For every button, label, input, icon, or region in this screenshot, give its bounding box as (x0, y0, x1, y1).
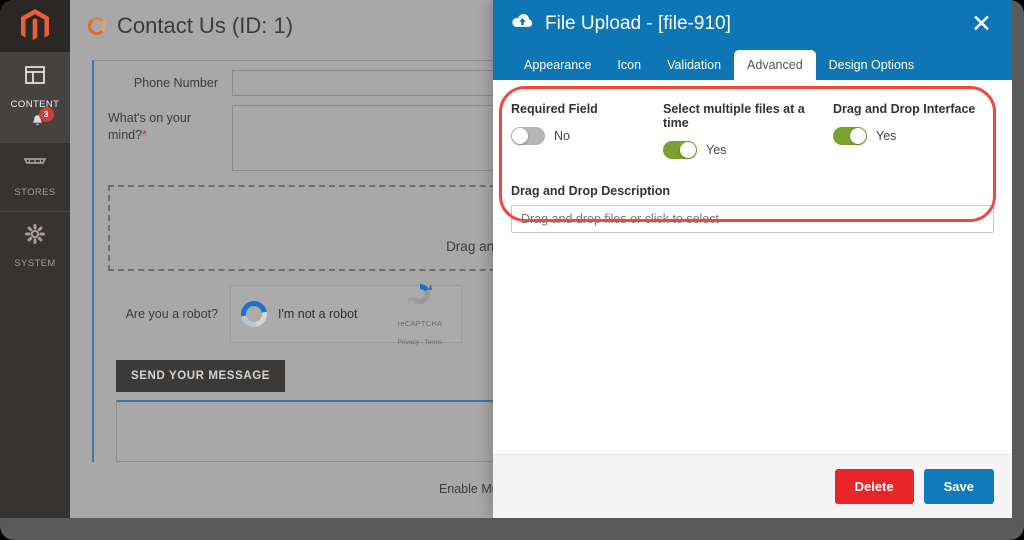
select-multiple-files-toggle[interactable] (663, 141, 697, 159)
device-frame: CONTENT 3 STORES SYSTEM Contact Us (ID: … (0, 0, 1024, 540)
file-upload-modal: File Upload - [file-910] ✕ Appearance Ic… (493, 0, 1012, 518)
drag-drop-interface-label: Drag and Drop Interface (833, 102, 976, 116)
phone-label: Phone Number (133, 76, 218, 90)
tab-icon[interactable]: Icon (604, 50, 654, 80)
options-grid: Required Field No Select multiple files … (511, 102, 994, 159)
tab-validation[interactable]: Validation (654, 50, 734, 80)
recaptcha-widget[interactable]: I'm not a robot reCAPTCHA Privacy - Term… (230, 283, 462, 346)
drag-drop-interface-value: Yes (876, 129, 897, 143)
modal-body: Required Field No Select multiple files … (493, 80, 1012, 454)
required-mark: * (142, 127, 147, 142)
screen: CONTENT 3 STORES SYSTEM Contact Us (ID: … (0, 0, 1012, 518)
tab-advanced[interactable]: Advanced (734, 50, 816, 80)
captcha-label: Are you a robot? (125, 307, 218, 321)
drag-drop-interface-control: Yes (833, 127, 975, 145)
modal-title: File Upload - [file-910] (545, 13, 731, 34)
recaptcha-brand-text: reCAPTCHA (397, 318, 443, 328)
send-message-button[interactable]: SEND YOUR MESSAGE (116, 360, 286, 392)
save-button[interactable]: Save (923, 469, 994, 504)
content-icon (2, 64, 68, 91)
message-label: What's on your mind?* (108, 105, 218, 144)
delete-button[interactable]: Delete (834, 469, 914, 504)
magento-logo-icon[interactable] (0, 0, 70, 52)
close-icon[interactable]: ✕ (969, 12, 994, 37)
drag-drop-description-label: Drag and Drop Description (511, 184, 671, 198)
tab-appearance[interactable]: Appearance (511, 50, 604, 80)
drag-drop-interface-group: Drag and Drop Interface Yes (833, 102, 975, 159)
required-field-control: No (511, 127, 663, 145)
select-multiple-files-control: Yes (663, 141, 833, 159)
cloud-upload-icon (511, 13, 534, 35)
toggle-knob (680, 142, 696, 158)
recaptcha-loading-icon (235, 295, 273, 333)
select-multiple-files-label: Select multiple files at a time (663, 102, 805, 130)
admin-sidebar: CONTENT 3 STORES SYSTEM (0, 0, 70, 518)
loading-spinner-icon (88, 17, 106, 35)
bell-icon[interactable]: 3 (31, 107, 54, 133)
sidebar-item-content[interactable]: CONTENT 3 (0, 52, 70, 142)
sidebar-item-label: SYSTEM (14, 258, 56, 270)
select-multiple-files-group: Select multiple files at a time Yes (663, 102, 833, 159)
recaptcha-icon: reCAPTCHA Privacy - Terms (389, 280, 451, 349)
modal-title-row: File Upload - [file-910] ✕ (511, 12, 994, 37)
required-field-label: Required Field (511, 102, 598, 116)
sidebar-item-system[interactable]: SYSTEM (0, 211, 70, 282)
drag-drop-description-input[interactable] (511, 205, 994, 233)
recaptcha-legal-text[interactable]: Privacy - Terms (398, 339, 443, 346)
gear-icon (2, 223, 68, 250)
store-icon (2, 154, 68, 179)
toggle-knob (512, 128, 528, 144)
sidebar-item-label: STORES (14, 187, 56, 199)
recaptcha-checkbox-label: I'm not a robot (278, 307, 358, 321)
required-field-group: Required Field No (511, 102, 663, 159)
modal-header: File Upload - [file-910] ✕ Appearance Ic… (493, 0, 1012, 80)
page-title: Contact Us (ID: 1) (117, 13, 294, 38)
modal-footer: Delete Save (493, 454, 1012, 518)
modal-tabs: Appearance Icon Validation Advanced Desi… (511, 50, 994, 80)
drag-drop-interface-toggle[interactable] (833, 127, 867, 145)
notification-badge: 3 (38, 107, 54, 122)
message-label-text: What's on your mind? (108, 111, 191, 142)
sidebar-item-stores[interactable]: STORES (0, 142, 70, 211)
select-multiple-files-value: Yes (706, 143, 727, 157)
tab-design-options[interactable]: Design Options (816, 50, 927, 80)
toggle-knob (850, 128, 866, 144)
required-field-toggle[interactable] (511, 127, 545, 145)
required-field-value: No (554, 129, 570, 143)
